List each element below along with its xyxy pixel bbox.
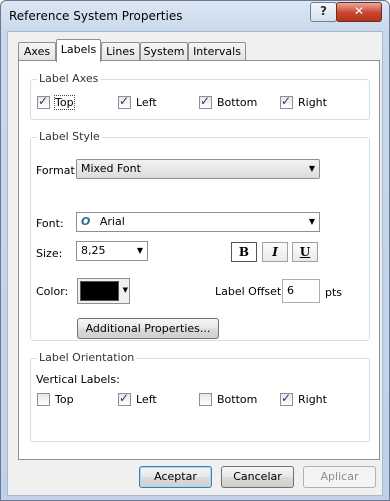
format-label: Format: [36, 164, 79, 177]
vertical-labels-label: Vertical Labels: [36, 373, 120, 386]
check-icon: ✓ [38, 94, 49, 108]
apply-button[interactable]: Aplicar [303, 466, 376, 488]
chevron-down-icon: ▼ [136, 246, 143, 255]
font-value: Arial [99, 215, 125, 228]
font-dropdown[interactable]: O Arial ▼ [76, 212, 320, 232]
axes-top-label: Top [54, 95, 75, 110]
check-icon: ✓ [281, 391, 292, 405]
label-offset-unit: pts [325, 286, 343, 299]
font-style-toolbar: B I U [231, 242, 321, 262]
underline-button[interactable]: U [292, 242, 318, 262]
label-axes-group: Label Axes ✓ Top ✓ Left ✓ Bottom ✓ Right [30, 72, 370, 120]
close-button[interactable]: ✕ [336, 2, 382, 22]
vertical-left-checkbox[interactable]: ✓ Left [118, 391, 157, 406]
axes-right-checkbox[interactable]: ✓ Right [280, 94, 327, 109]
ok-button[interactable]: Aceptar [139, 466, 212, 488]
size-dropdown[interactable]: 8,25 ▼ [76, 241, 148, 261]
axes-right-label: Right [298, 96, 327, 109]
vertical-right-checkbox[interactable]: ✓ Right [280, 391, 327, 406]
tab-axes[interactable]: Axes [18, 42, 56, 60]
dialog-client-area: Axes Labels Lines System Intervals Label… [7, 31, 383, 496]
bold-button[interactable]: B [231, 242, 257, 262]
label-offset-label: Label Offset: [215, 285, 285, 298]
format-dropdown[interactable]: Mixed Font ▼ [76, 159, 320, 179]
chevron-down-icon: ▼ [308, 164, 315, 173]
color-swatch [80, 281, 119, 301]
dialog-window: Reference System Properties ? ✕ Axes Lab… [0, 0, 390, 501]
checkbox-box[interactable]: ✓ [280, 391, 293, 406]
size-label: Size: [36, 247, 63, 260]
size-value: 8,25 [81, 244, 106, 257]
label-style-title: Label Style [37, 130, 102, 143]
label-style-group: Label Style Format: Mixed Font ▼ Font: O… [30, 130, 370, 341]
checkbox-box[interactable] [199, 393, 212, 406]
tab-system[interactable]: System [140, 42, 188, 60]
format-value: Mixed Font [81, 162, 141, 175]
label-offset-input[interactable]: 6 [282, 279, 320, 303]
labels-tab-panel: Label Axes ✓ Top ✓ Left ✓ Bottom ✓ Right [18, 60, 380, 460]
vertical-bottom-checkbox[interactable]: Bottom [199, 393, 257, 406]
help-button[interactable]: ? [310, 2, 337, 22]
italic-button[interactable]: I [262, 242, 288, 262]
checkbox-box[interactable] [37, 393, 50, 406]
checkbox-box[interactable]: ✓ [118, 94, 131, 109]
axes-bottom-checkbox[interactable]: ✓ Bottom [199, 94, 258, 109]
additional-properties-button[interactable]: Additional Properties... [77, 318, 219, 339]
check-icon: ✓ [119, 391, 130, 405]
tab-lines[interactable]: Lines [101, 42, 140, 60]
vertical-top-label: Top [55, 393, 74, 406]
color-picker[interactable]: ▼ [77, 278, 130, 304]
checkbox-box[interactable]: ✓ [199, 94, 212, 109]
window-title: Reference System Properties [9, 9, 183, 23]
vertical-bottom-label: Bottom [217, 393, 258, 406]
tab-labels[interactable]: Labels [56, 39, 101, 62]
axes-top-checkbox[interactable]: ✓ Top [37, 94, 75, 110]
color-label: Color: [36, 285, 69, 298]
axes-left-label: Left [136, 96, 157, 109]
opentype-font-icon: O [81, 215, 91, 228]
chevron-down-icon: ▼ [308, 217, 315, 226]
label-orientation-title: Label Orientation [37, 351, 137, 364]
check-icon: ✓ [119, 94, 130, 108]
axes-left-checkbox[interactable]: ✓ Left [118, 94, 157, 109]
vertical-left-label: Left [136, 393, 157, 406]
label-orientation-group: Label Orientation Vertical Labels: Top ✓… [30, 351, 370, 442]
check-icon: ✓ [200, 94, 211, 108]
title-bar[interactable]: Reference System Properties ? ✕ [1, 1, 389, 31]
vertical-right-label: Right [298, 393, 327, 406]
checkbox-box[interactable]: ✓ [37, 94, 50, 109]
axes-bottom-label: Bottom [217, 96, 258, 109]
checkbox-box[interactable]: ✓ [118, 391, 131, 406]
tab-intervals[interactable]: Intervals [188, 42, 246, 60]
label-axes-title: Label Axes [37, 72, 101, 85]
cancel-button[interactable]: Cancelar [221, 466, 294, 488]
check-icon: ✓ [281, 94, 292, 108]
chevron-down-icon: ▼ [122, 286, 128, 294]
font-label: Font: [36, 217, 64, 230]
vertical-top-checkbox[interactable]: Top [37, 393, 74, 406]
checkbox-box[interactable]: ✓ [280, 94, 293, 109]
